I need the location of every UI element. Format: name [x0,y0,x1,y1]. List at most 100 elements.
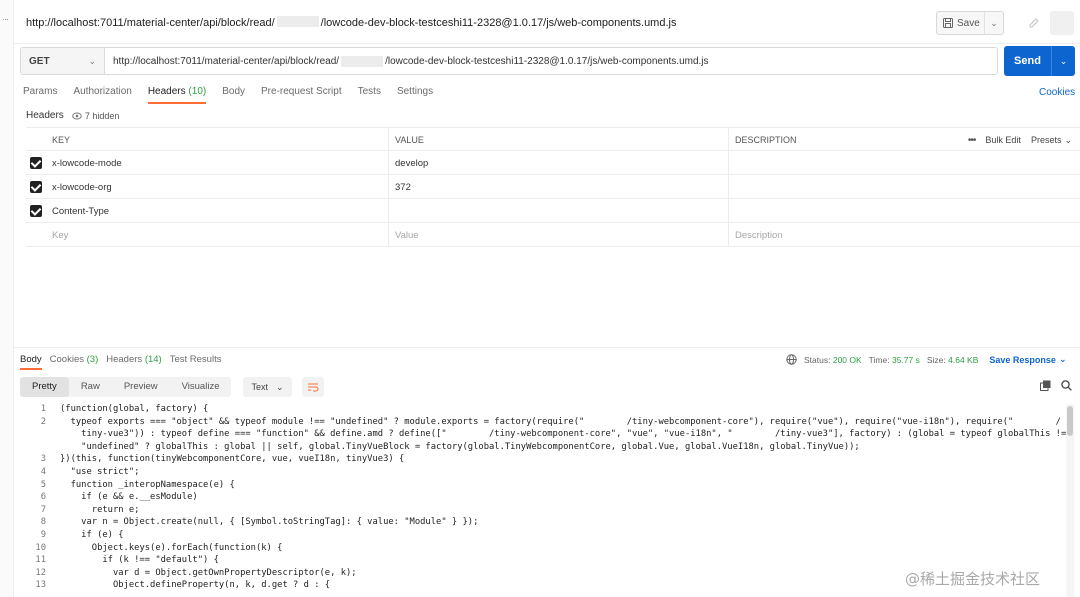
edit-icon[interactable] [1022,11,1046,35]
scrollbar-thumb[interactable] [1067,406,1073,436]
tab-response-body[interactable]: Body [20,354,42,370]
tab-headers[interactable]: Headers (10) [147,86,207,104]
code-text: var d = Object.getOwnPropertyDescriptor(… [60,567,357,578]
tab-authorization[interactable]: Authorization [73,86,131,104]
request-title-suffix: /lowcode-dev-block-testceshi11-2328@1.0.… [320,17,677,29]
table-row: x-lowcode-mode develop [26,151,1080,175]
tab-tests[interactable]: Tests [358,86,381,104]
tab-response-cookies[interactable]: Cookies (3) [50,354,99,370]
redacted-segment [276,16,319,27]
header-key[interactable]: x-lowcode-org [52,175,386,199]
code-text: return e; [60,504,140,515]
redacted-segment [341,55,384,67]
chevron-down-icon[interactable]: ⌄ [985,18,1003,29]
header-key[interactable]: x-lowcode-mode [52,151,386,175]
tab-settings[interactable]: Settings [397,86,433,104]
column-header-key: KEY [52,135,71,145]
tab-body[interactable]: Body [222,86,245,104]
line-number: 12 [35,567,46,578]
code-scrollbar[interactable] [1066,404,1074,597]
header-key[interactable]: Content-Type [52,199,386,223]
search-icon[interactable] [1061,380,1072,391]
chevron-down-icon: ⌄ [1064,134,1072,145]
line-number: 11 [35,555,46,566]
copy-icon[interactable] [1040,380,1051,391]
status-text[interactable]: Status: 200 OK [804,355,862,365]
headers-table: KEY VALUE DESCRIPTION ••• Bulk Edit Pres… [26,127,1080,247]
line-number: 9 [40,529,46,540]
tab-params[interactable]: Params [23,86,57,104]
globe-icon[interactable] [786,354,797,365]
url-prefix: http://localhost:7011/material-center/ap… [113,55,340,67]
hidden-headers-toggle[interactable]: 7 hidden [72,111,119,121]
row-checkbox[interactable] [30,157,42,169]
view-pretty[interactable]: Pretty [20,377,69,397]
url-bar: GET ⌄ http://localhost:7011/material-cen… [20,47,998,75]
size-text[interactable]: Size: 4.64 KB [927,355,979,365]
view-visualize[interactable]: Visualize [170,377,232,397]
table-row-new: Key Value Description [26,223,1080,247]
url-suffix: /lowcode-dev-block-testceshi11-2328@1.0.… [385,55,709,67]
header-description[interactable] [728,199,1080,223]
time-text[interactable]: Time: 35.77 s [869,355,920,365]
response-actions [1040,380,1072,391]
header-value[interactable]: develop [388,151,728,175]
method-select[interactable]: GET ⌄ [21,48,105,74]
format-select[interactable]: Text ⌄ [243,377,292,397]
more-icon[interactable]: ··· [2,14,9,24]
url-input[interactable]: http://localhost:7011/material-center/ap… [105,48,997,74]
code-text: if (e) { [60,529,124,540]
response-status: Status: 200 OK Time: 35.77 s Size: 4.64 … [786,354,1067,365]
chevron-down-icon: ⌄ [88,55,96,66]
header-value[interactable] [388,199,728,223]
new-value-input[interactable]: Value [388,223,728,247]
wrap-lines-icon[interactable] [301,377,324,397]
bulk-edit-button[interactable]: Bulk Edit [985,135,1021,145]
row-checkbox[interactable] [30,181,42,193]
save-button[interactable]: Save [937,12,985,34]
code-text: tiny-vue3")) : typeof define === "functi… [60,429,1066,440]
code-line: 5 function _interopNamespace(e) { [14,480,1066,493]
send-button[interactable]: Send [1004,46,1052,76]
more-options-icon[interactable]: ••• [968,135,976,146]
view-raw[interactable]: Raw [69,377,112,397]
request-title[interactable]: http://localhost:7011/material-center/ap… [26,16,676,29]
send-group: Send ⌄ [1004,46,1075,76]
code-line: 10 Object.keys(e).forEach(function(k) { [14,543,1066,556]
save-icon [943,18,953,28]
line-number: 7 [40,504,46,515]
format-label: Text [251,382,268,392]
chevron-down-icon[interactable]: ⌄ [1052,56,1075,67]
headers-label: Headers [26,110,64,121]
new-description-input[interactable]: Description [728,223,1080,247]
row-checkbox[interactable] [30,205,42,217]
code-line: 9 if (e) { [14,530,1066,543]
chevron-down-icon: ⌄ [276,381,284,392]
header-description[interactable] [728,151,1080,175]
tab-pre-request-script[interactable]: Pre-request Script [261,86,342,104]
header-description[interactable] [728,175,1080,199]
code-line: "undefined" ? globalThis : global || sel… [14,442,1066,455]
new-key-input[interactable]: Key [52,223,386,247]
response-tabs: Body Cookies (3) Headers (14) Test Resul… [20,354,229,370]
table-row: Content-Type [26,199,1080,223]
presets-dropdown[interactable]: Presets ⌄ [1031,135,1072,146]
tab-response-headers[interactable]: Headers (14) [106,354,161,370]
code-text: })(this, function(tinyWebcomponentCore, … [60,454,405,465]
code-line: 7 return e; [14,505,1066,518]
view-mode-switch: Pretty Raw Preview Visualize [20,377,232,397]
save-group: Save ⌄ [936,11,1004,35]
request-tabs: Params Authorization Headers (10) Body P… [23,86,449,104]
response-bar: Body Cookies (3) Headers (14) Test Resul… [14,347,1080,371]
save-response-button[interactable]: Save Response ⌄ [989,354,1066,365]
code-line: 1 (function(global, factory) { [14,404,1066,417]
table-header-row: KEY VALUE DESCRIPTION ••• Bulk Edit Pres… [26,127,1080,152]
code-text: if (k !== "default") { [60,555,219,566]
view-preview[interactable]: Preview [112,377,170,397]
table-row: x-lowcode-org 372 [26,175,1080,199]
tab-test-results[interactable]: Test Results [170,354,222,370]
cookies-link[interactable]: Cookies [1039,87,1075,98]
documentation-icon[interactable] [1050,11,1074,35]
header-value[interactable]: 372 [388,175,728,199]
code-line: 6 if (e && e.__esModule) [14,492,1066,505]
